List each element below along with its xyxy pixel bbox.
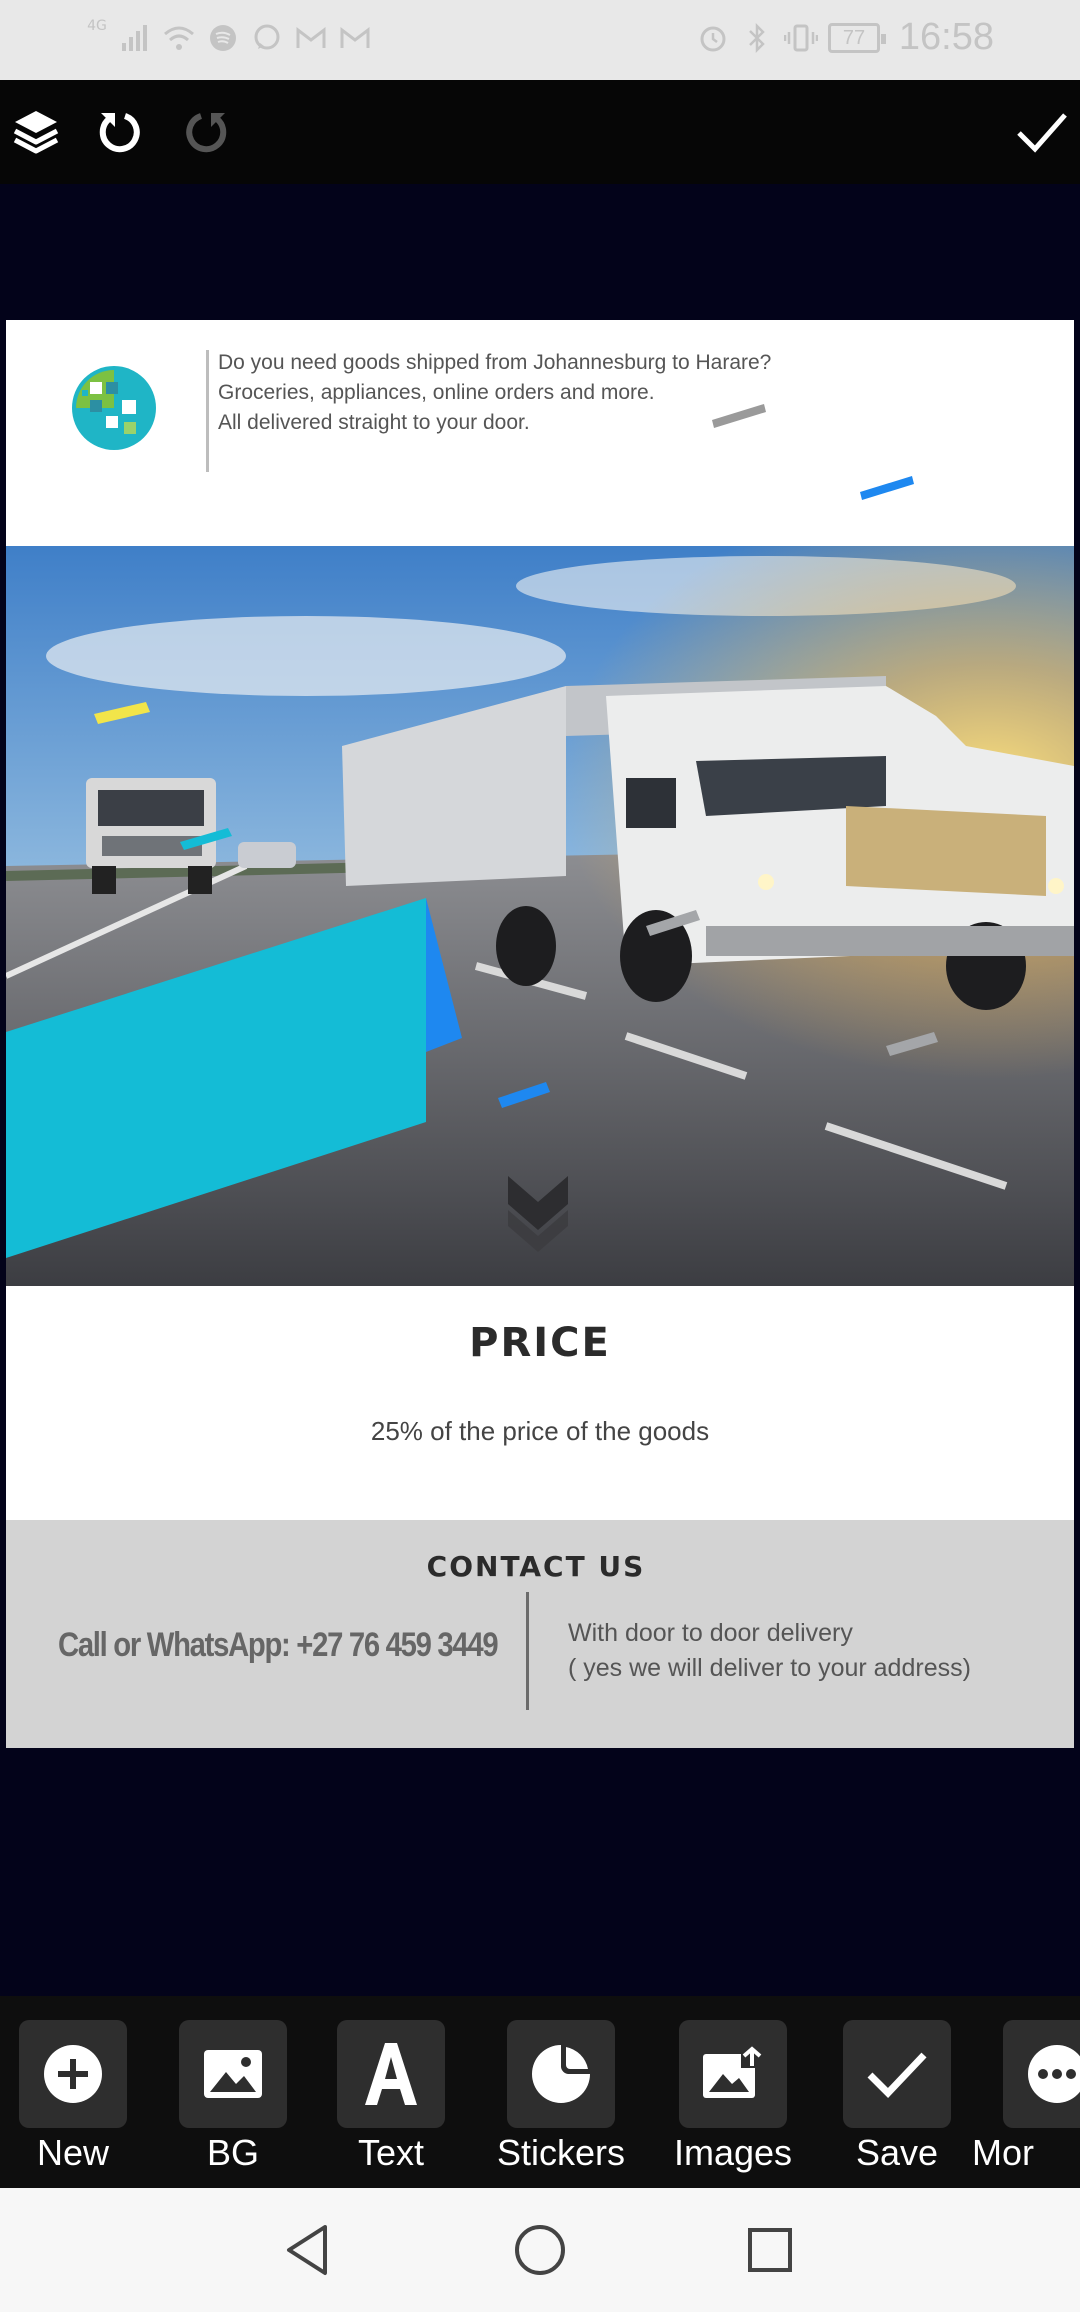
contact-note-line-2: ( yes we will deliver to your address) <box>568 1654 971 1682</box>
more-tool-label: Mor <box>972 2132 1034 2173</box>
more-tool-icon-box <box>1003 2020 1080 2128</box>
company-logo <box>72 366 156 450</box>
whatsapp-icon <box>250 18 284 58</box>
contact-section: CONTACT US Call or WhatsApp: +27 76 459 … <box>6 1520 1074 1748</box>
editor-bottom-toolbar: New BG Text Stickers Images Save Mor <box>0 1996 1080 2188</box>
undo-button[interactable] <box>90 102 150 162</box>
spotify-icon <box>206 18 240 58</box>
home-icon <box>515 2225 565 2275</box>
new-tool-button[interactable]: New <box>0 2020 148 2180</box>
truck-photo <box>6 546 1074 1286</box>
save-tool-label: Save <box>855 2132 939 2173</box>
text-tool-icon-box <box>337 2020 445 2128</box>
check-icon <box>1017 113 1067 153</box>
status-right-icons: 77 <box>696 18 886 58</box>
header-line-3: All delivered straight to your door. <box>218 411 530 434</box>
add-image-icon <box>703 2046 763 2098</box>
redo-button[interactable] <box>176 102 236 162</box>
back-button[interactable] <box>276 2218 340 2282</box>
text-tool-label: Text <box>357 2132 425 2173</box>
system-nav-bar <box>0 2188 1080 2312</box>
stickers-tool-icon-box <box>507 2020 615 2128</box>
price-title: PRICE <box>469 1320 611 1366</box>
undo-icon <box>99 113 140 153</box>
plus-circle-icon <box>44 2045 102 2103</box>
network-type-label: 4G <box>87 18 107 34</box>
layers-button[interactable] <box>6 102 66 162</box>
check-icon <box>867 2052 927 2099</box>
price-section: PRICE 25% of the price of the goods <box>6 1286 1074 1520</box>
header-divider <box>206 350 209 472</box>
wifi-icon <box>162 18 196 58</box>
header-line-2: Groceries, appliances, online orders and… <box>218 381 655 404</box>
clock: 16:58 <box>898 16 994 58</box>
gmail-icon-2 <box>338 18 372 58</box>
recents-button[interactable] <box>738 2218 802 2282</box>
contact-note: With door to door delivery ( yes we will… <box>568 1616 971 1686</box>
bg-tool-button[interactable]: BG <box>158 2020 308 2180</box>
battery-icon: 77 <box>828 23 886 53</box>
save-tool-button[interactable]: Save <box>822 2020 972 2180</box>
save-tool-icon-box <box>843 2020 951 2128</box>
signal-icon <box>118 18 152 58</box>
contact-divider <box>526 1592 529 1710</box>
design-canvas[interactable]: Do you need goods shipped from Johannesb… <box>6 320 1074 1748</box>
blue-confetti <box>860 476 914 500</box>
contact-title: CONTACT US <box>426 1550 646 1583</box>
grey-confetti <box>712 404 766 428</box>
header-text: Do you need goods shipped from Johannesb… <box>218 348 918 438</box>
price-description: 25% of the price of the goods <box>370 1416 710 1446</box>
more-icon <box>1028 2045 1080 2103</box>
recents-icon <box>748 2228 792 2272</box>
stickers-tool-button[interactable]: Stickers <box>486 2020 636 2180</box>
gmail-icon <box>294 18 328 58</box>
home-button[interactable] <box>508 2218 572 2282</box>
status-left-icons: 4G <box>86 18 372 58</box>
status-bar: 4G 77 16:58 <box>0 0 1080 80</box>
header-line-1: Do you need goods shipped from Johannesb… <box>218 351 772 374</box>
sticker-icon <box>532 2045 590 2103</box>
images-tool-icon-box <box>679 2020 787 2128</box>
alarm-icon <box>696 18 730 58</box>
vibrate-icon <box>784 18 818 58</box>
bg-tool-icon-box <box>179 2020 287 2128</box>
image-icon <box>204 2050 262 2098</box>
bluetooth-icon <box>740 18 774 58</box>
redo-icon <box>186 113 227 153</box>
confirm-button[interactable] <box>1012 102 1072 162</box>
contact-note-line-1: With door to door delivery <box>568 1619 853 1647</box>
more-tool-button[interactable]: Mor <box>972 2020 1080 2180</box>
text-tool-button[interactable]: Text <box>316 2020 466 2180</box>
back-icon <box>287 2225 327 2275</box>
new-tool-icon-box <box>19 2020 127 2128</box>
text-a-icon <box>365 2043 417 2105</box>
images-tool-button[interactable]: Images <box>658 2020 808 2180</box>
contact-phone: Call or WhatsApp: +27 76 459 3449 <box>58 1626 499 1664</box>
stickers-tool-label: Stickers <box>496 2132 626 2173</box>
images-tool-label: Images <box>673 2132 793 2173</box>
design-header: Do you need goods shipped from Johannesb… <box>6 320 1074 546</box>
layers-icon <box>13 111 59 154</box>
editor-top-toolbar <box>0 80 1080 184</box>
